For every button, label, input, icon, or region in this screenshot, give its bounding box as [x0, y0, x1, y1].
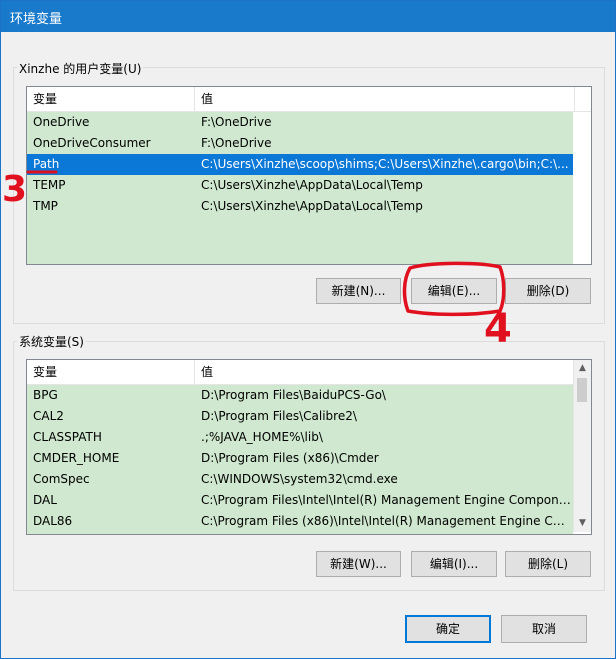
system-variables-label: 系统变量(S): [17, 333, 86, 350]
variable-name: CLASSPATH: [33, 430, 102, 444]
list-header: 变量 值: [27, 360, 573, 385]
variable-value: C:\Users\Xinzhe\AppData\Local\Temp: [201, 199, 423, 213]
user-variables-list[interactable]: 变量 值 OneDrive F:\OneDrive OneDriveConsum…: [26, 86, 592, 265]
system-edit-button[interactable]: 编辑(I)...: [411, 551, 497, 577]
system-delete-button[interactable]: 删除(L): [505, 551, 591, 577]
table-row-selected[interactable]: Path C:\Users\Xinzhe\scoop\shims;C:\User…: [27, 154, 573, 175]
variable-name: TEMP: [33, 178, 66, 192]
annotation-step-4: 4: [484, 306, 512, 352]
system-variables-list[interactable]: 变量 值 BPG D:\Program Files\BaiduPCS-Go\ C…: [26, 359, 592, 535]
variable-value: C:\Users\Xinzhe\AppData\Local\Temp: [201, 178, 423, 192]
table-row[interactable]: DAL C:\Program Files\Intel\Intel(R) Mana…: [27, 490, 573, 511]
user-variables-rows: OneDrive F:\OneDrive OneDriveConsumer F:…: [27, 112, 573, 264]
column-header-variable[interactable]: 变量: [27, 360, 195, 384]
variable-value: D:\Program Files\Calibre2\: [201, 409, 357, 423]
variable-value: D:\Program Files\BaiduPCS-Go\: [201, 388, 386, 402]
column-header-value[interactable]: 值: [195, 87, 575, 111]
environment-variables-dialog: 环境变量 Xinzhe 的用户变量(U) 变量 值 OneDrive F:\On…: [0, 0, 616, 659]
user-delete-button[interactable]: 删除(D): [505, 278, 591, 304]
cancel-button[interactable]: 取消: [501, 615, 587, 643]
variable-value: F:\OneDrive: [201, 136, 272, 150]
list-header: 变量 值: [27, 87, 591, 112]
variable-value: F:\OneDrive: [201, 115, 272, 129]
title-bar[interactable]: 环境变量: [1, 1, 615, 32]
variable-value: .;%JAVA_HOME%\lib\: [201, 430, 323, 444]
variable-name: OneDrive: [33, 115, 90, 129]
variable-value: C:\Program Files\Intel\Intel(R) Manageme…: [201, 493, 571, 507]
variable-name: Path: [33, 157, 60, 171]
variable-name: CMDER_HOME: [33, 451, 120, 465]
system-new-button[interactable]: 新建(W)...: [316, 551, 401, 577]
variable-name: DAL86: [33, 514, 73, 528]
table-row[interactable]: CLASSPATH .;%JAVA_HOME%\lib\: [27, 427, 573, 448]
column-header-value[interactable]: 值: [195, 360, 573, 384]
window-title: 环境变量: [10, 12, 63, 27]
column-header-variable[interactable]: 变量: [27, 87, 195, 111]
table-row[interactable]: BPG D:\Program Files\BaiduPCS-Go\: [27, 385, 573, 406]
annotation-step-3: 3: [2, 169, 28, 210]
variable-name: ComSpec: [33, 472, 90, 486]
table-row[interactable]: DAL86 C:\Program Files (x86)\Intel\Intel…: [27, 511, 573, 532]
user-edit-button[interactable]: 编辑(E)...: [411, 278, 497, 304]
variable-value: D:\Program Files (x86)\Cmder: [201, 451, 379, 465]
variable-name: BPG: [33, 388, 58, 402]
table-row[interactable]: OneDrive F:\OneDrive: [27, 112, 573, 133]
scroll-thumb[interactable]: [577, 378, 587, 402]
variable-value: C:\Users\Xinzhe\scoop\shims;C:\Users\Xin…: [201, 157, 569, 171]
variable-value: C:\WINDOWS\system32\cmd.exe: [201, 472, 398, 486]
scroll-down-icon[interactable]: ▼: [574, 515, 591, 532]
variable-name: CAL2: [33, 409, 64, 423]
scroll-up-icon[interactable]: ▲: [574, 360, 591, 377]
table-row[interactable]: TEMP C:\Users\Xinzhe\AppData\Local\Temp: [27, 175, 573, 196]
table-row[interactable]: CMDER_HOME D:\Program Files (x86)\Cmder: [27, 448, 573, 469]
variable-value: C:\Program Files (x86)\Intel\Intel(R) Ma…: [201, 514, 571, 528]
vertical-scrollbar[interactable]: ▲ ▼: [573, 360, 591, 532]
variable-name: DAL: [33, 493, 57, 507]
user-variables-label: Xinzhe 的用户变量(U): [17, 60, 144, 77]
table-row[interactable]: TMP C:\Users\Xinzhe\AppData\Local\Temp: [27, 196, 573, 217]
table-row[interactable]: OneDriveConsumer F:\OneDrive: [27, 133, 573, 154]
table-row[interactable]: ComSpec C:\WINDOWS\system32\cmd.exe: [27, 469, 573, 490]
variable-name: OneDriveConsumer: [33, 136, 151, 150]
system-variables-rows: BPG D:\Program Files\BaiduPCS-Go\ CAL2 D…: [27, 385, 573, 534]
ok-button[interactable]: 确定: [405, 615, 491, 643]
table-row[interactable]: CAL2 D:\Program Files\Calibre2\: [27, 406, 573, 427]
variable-name: TMP: [33, 199, 58, 213]
user-new-button[interactable]: 新建(N)...: [316, 278, 401, 304]
